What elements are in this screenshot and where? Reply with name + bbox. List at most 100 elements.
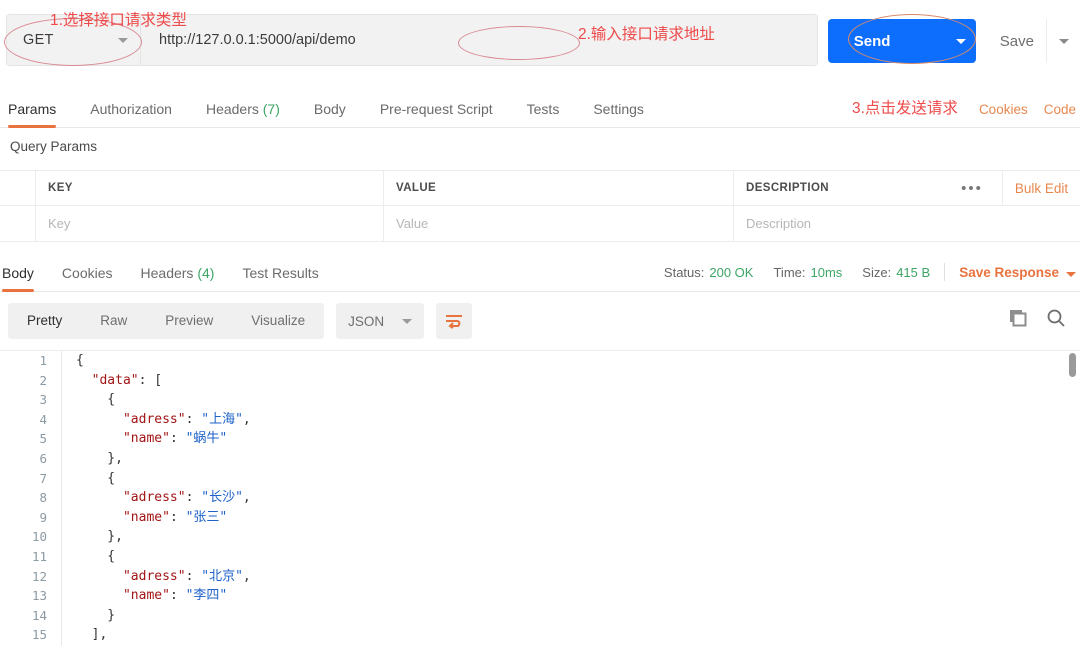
language-select[interactable]: JSON [336,303,425,339]
code-token: { [76,470,116,486]
search-icon [1047,309,1065,327]
bulk-edit-link[interactable]: Bulk Edit [1002,171,1080,205]
tab-label: Tests [526,101,560,117]
code-content[interactable]: { "data": [ { "adress": "上海", "name": "蜗… [62,351,1080,646]
code-token: : [169,431,186,447]
copy-icon [1010,310,1027,327]
row-checkbox[interactable] [0,206,36,241]
code-token: "adress" [122,411,186,427]
tab-settings[interactable]: Settings [593,101,644,127]
row-value-input[interactable]: Value [384,206,734,241]
annotation-ellipse-send [848,14,976,64]
row-key-input[interactable]: Key [36,206,384,241]
code-line: { [62,547,1080,567]
cookies-link[interactable]: Cookies [979,102,1028,117]
tab-label: Params [8,101,57,117]
request-right-links: Cookies Code [963,102,1076,117]
line-number: 10 [31,529,47,545]
header-checkbox-cell [0,171,36,205]
response-tab-headers[interactable]: Headers (4) [141,265,215,291]
query-params-table: KEY VALUE DESCRIPTION ••• Bulk Edit Key … [0,170,1080,242]
view-raw[interactable]: Raw [81,303,146,339]
code-token: : [185,568,202,584]
row-description-input[interactable]: Description [734,206,1080,241]
save-response-button[interactable]: Save Response [959,265,1076,280]
request-tabs: Params Authorization Headers (7) Body Pr… [0,88,1080,128]
response-status-group: Status: 200 OK Time: 10ms Size: 415 B Sa… [644,263,1076,281]
query-params-title: Query Params [10,139,98,154]
code-token: { [76,548,116,564]
search-button[interactable] [1046,308,1066,333]
tab-headers[interactable]: Headers (7) [206,101,280,127]
annotation-ellipse-url [458,26,580,60]
more-options-icon[interactable]: ••• [942,180,1002,197]
code-token: "adress" [122,490,186,506]
code-line: } [62,606,1080,626]
word-wrap-button[interactable] [436,303,473,339]
save-options-button[interactable] [1046,19,1080,63]
code-token: , [242,490,251,506]
response-body-icons [1008,308,1066,333]
tab-label: Body [2,265,34,281]
code-link[interactable]: Code [1044,102,1076,117]
status-value: 200 OK [709,264,754,280]
response-tab-cookies[interactable]: Cookies [62,265,113,291]
line-number: 1 [39,353,47,368]
code-line: "name": "张三" [62,508,1080,528]
code-token: } [76,607,116,623]
table-header-row: KEY VALUE DESCRIPTION ••• Bulk Edit [0,170,1080,206]
postman-window: GET http://127.0.0.1:5000/api/demo Send … [0,0,1080,646]
code-token: }, [76,529,123,545]
tab-pre-request-script[interactable]: Pre-request Script [380,101,493,127]
word-wrap-icon [446,315,463,329]
tab-params[interactable]: Params [8,101,57,128]
response-tab-test-results[interactable]: Test Results [242,265,318,291]
view-pretty[interactable]: Pretty [8,303,81,339]
line-number: 8 [39,490,47,506]
time-label: Time: [773,264,806,280]
copy-button[interactable] [1008,308,1028,333]
line-number: 15 [31,627,47,643]
response-tab-body[interactable]: Body [2,265,34,292]
save-button[interactable]: Save [988,19,1046,63]
code-token: "name" [122,431,170,447]
view-mode-group: Pretty Raw Preview Visualize [8,303,325,339]
tab-label: Settings [593,101,644,117]
line-number: 2 [39,372,47,388]
view-visualize[interactable]: Visualize [232,303,324,339]
line-number: 7 [39,470,47,486]
code-token: : [169,509,186,525]
line-number: 6 [39,450,47,466]
tab-body[interactable]: Body [314,101,346,127]
chevron-down-icon [1066,271,1076,277]
status-label: Status: [663,264,705,280]
code-token: : [ [138,372,163,388]
vertical-scrollbar[interactable] [1069,353,1076,377]
line-number: 5 [39,431,47,447]
language-label: JSON [348,313,385,329]
code-token: "adress" [122,568,186,584]
header-description: DESCRIPTION [746,182,829,194]
tab-label: Body [313,101,346,117]
tab-label: Cookies [61,265,113,281]
code-line: }, [62,449,1080,469]
code-line: "name": "蜗牛" [62,429,1080,449]
tab-authorization[interactable]: Authorization [90,101,172,127]
code-token: { [76,353,84,368]
tab-count: (7) [262,101,280,117]
line-number: 9 [39,509,47,525]
view-preview[interactable]: Preview [146,303,232,339]
code-token: "张三" [185,509,228,525]
line-number: 13 [31,588,47,604]
table-row[interactable]: Key Value Description [0,206,1080,242]
code-token: : [169,588,186,604]
code-token: : [185,490,202,506]
code-token: , [242,568,251,584]
tab-tests[interactable]: Tests [527,101,560,127]
divider [944,263,946,281]
